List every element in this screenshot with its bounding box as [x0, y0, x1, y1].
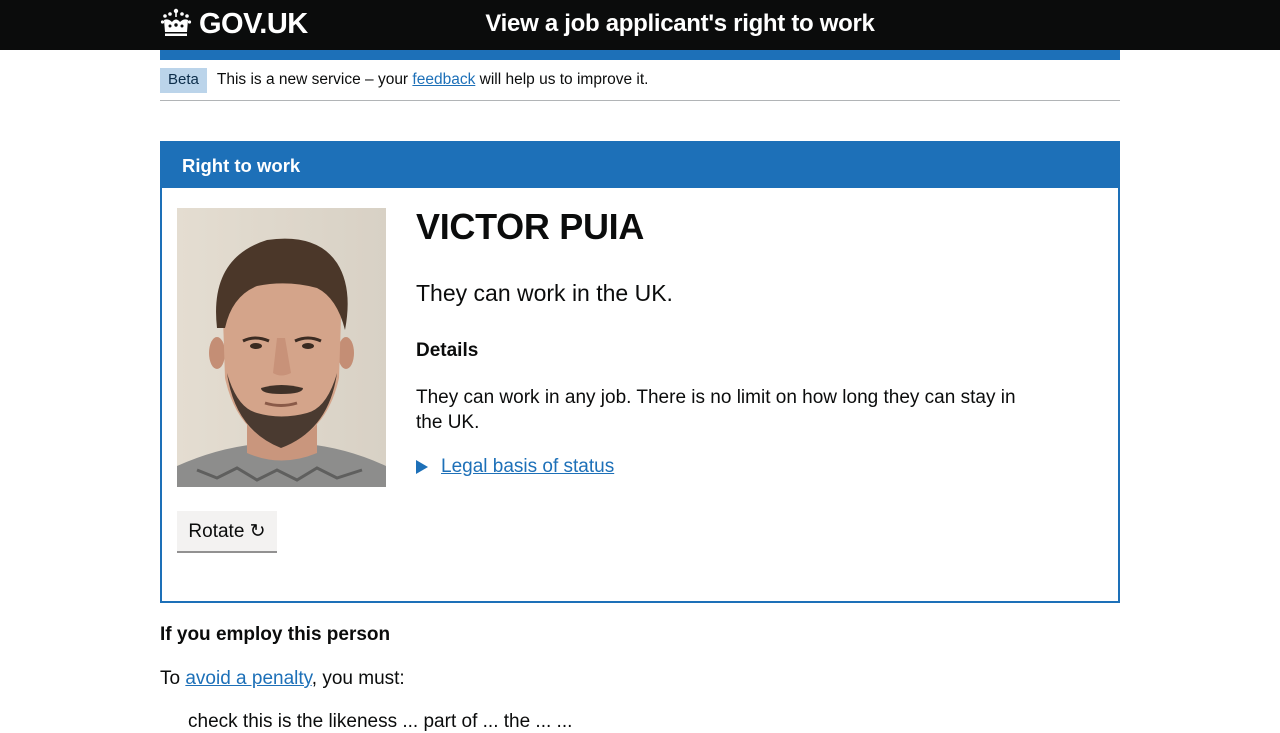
- panel-title: Right to work: [162, 143, 1118, 188]
- penalty-line: To avoid a penalty, you must:: [160, 668, 405, 690]
- phase-banner: Beta This is a new service – your feedba…: [160, 68, 1120, 101]
- penalty-to-text: To: [160, 668, 186, 689]
- person-name: VICTOR PUIA: [416, 206, 645, 247]
- phase-text-before: This is a new service – your: [216, 71, 413, 88]
- applicant-photo: [177, 208, 386, 487]
- right-to-work-panel: Right to work Rotate ↻ VICTOR PUIA They …: [160, 141, 1120, 603]
- legal-basis-details[interactable]: Legal basis of status: [416, 456, 614, 478]
- penalty-must-text: , you must:: [311, 668, 405, 689]
- header: GOV.UK View a job applicant's right to w…: [0, 0, 1280, 50]
- phase-text-after: will help us to improve it.: [475, 71, 649, 88]
- status-text: They can work in the UK.: [416, 280, 673, 306]
- legal-basis-link[interactable]: Legal basis of status: [441, 456, 614, 478]
- details-text: They can work in any job. There is no li…: [416, 387, 1016, 433]
- service-name[interactable]: View a job applicant's right to work: [0, 10, 1280, 38]
- rotate-button[interactable]: Rotate ↻: [177, 511, 277, 551]
- avoid-penalty-link[interactable]: avoid a penalty: [185, 668, 311, 689]
- triangle-right-icon: [416, 460, 428, 474]
- details-heading: Details: [416, 340, 479, 361]
- header-blue-bar: [160, 50, 1120, 60]
- first-list-item: check this is the likeness ... part of .…: [188, 711, 573, 732]
- feedback-link[interactable]: feedback: [412, 71, 475, 88]
- employ-heading: If you employ this person: [160, 624, 391, 645]
- phase-tag: Beta: [160, 68, 207, 93]
- phase-banner-text: This is a new service – your feedback wi…: [217, 68, 649, 92]
